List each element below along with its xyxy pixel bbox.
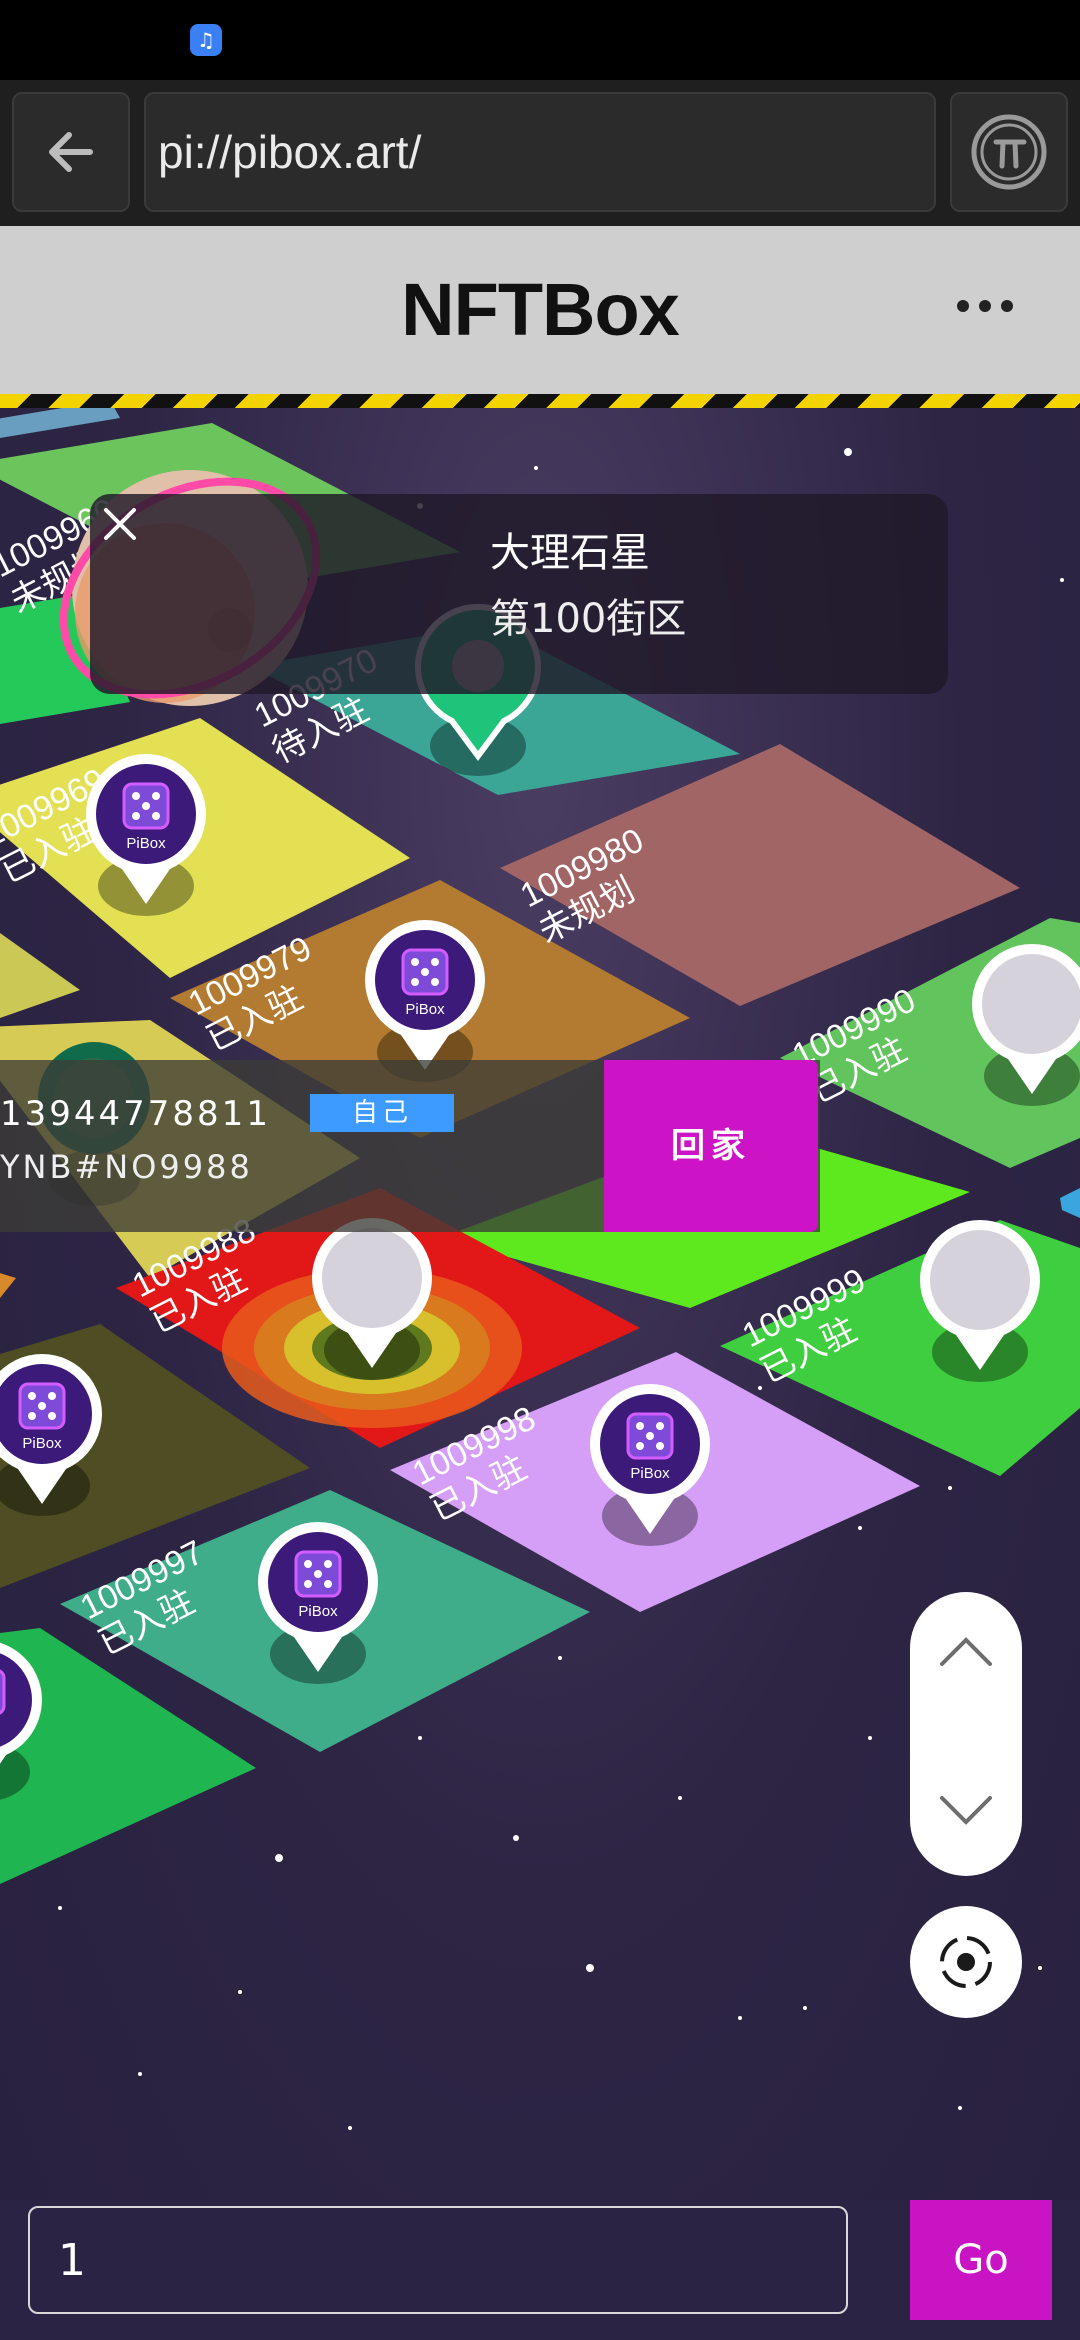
user-phone: 13944778811	[0, 1094, 271, 1134]
hazard-stripe	[0, 394, 1080, 408]
back-arrow-icon	[49, 132, 93, 172]
url-bar[interactable]: pi://pibox.art/	[144, 92, 936, 212]
chevron-up-icon[interactable]	[936, 1632, 996, 1672]
svg-text:PiBox: PiBox	[126, 835, 166, 852]
bottom-bar: Go	[0, 2200, 1080, 2340]
app-header: NFTBox	[0, 226, 1080, 394]
more-dots-icon[interactable]	[950, 286, 1020, 326]
pi-browser-button[interactable]	[950, 92, 1068, 212]
nft-map[interactable]: 1009960未规划 1009970待入驻 1009969已入驻 1009980…	[0, 408, 1080, 2200]
back-button[interactable]	[12, 92, 130, 212]
crosshair-icon	[940, 1936, 992, 1988]
recenter-button[interactable]	[910, 1906, 1022, 2018]
block-number-input[interactable]	[28, 2206, 848, 2314]
chevron-down-icon[interactable]	[936, 1790, 996, 1830]
home-button[interactable]: 回家	[604, 1060, 818, 1232]
status-bar: ♫	[0, 0, 1080, 80]
svg-text:PiBox: PiBox	[630, 1465, 670, 1482]
svg-text:PiBox: PiBox	[405, 1001, 445, 1018]
music-icon: ♫	[190, 24, 222, 56]
user-code: YNB#NO9988	[0, 1148, 253, 1186]
go-button[interactable]: Go	[910, 2200, 1052, 2320]
pi-logo-icon	[971, 114, 1047, 190]
close-icon[interactable]	[90, 494, 150, 554]
svg-text:PiBox: PiBox	[22, 1435, 62, 1452]
planet-name: 大理石星	[490, 530, 650, 576]
self-badge: 自己	[310, 1094, 454, 1132]
svg-text:PiBox: PiBox	[298, 1603, 338, 1620]
block-name: 第100街区	[490, 596, 687, 642]
page-title: NFTBox	[401, 268, 680, 351]
zoom-controls	[910, 1592, 1022, 1876]
planet-info-card: 大理石星 第100街区	[90, 494, 948, 694]
browser-toolbar: pi://pibox.art/	[0, 80, 1080, 226]
